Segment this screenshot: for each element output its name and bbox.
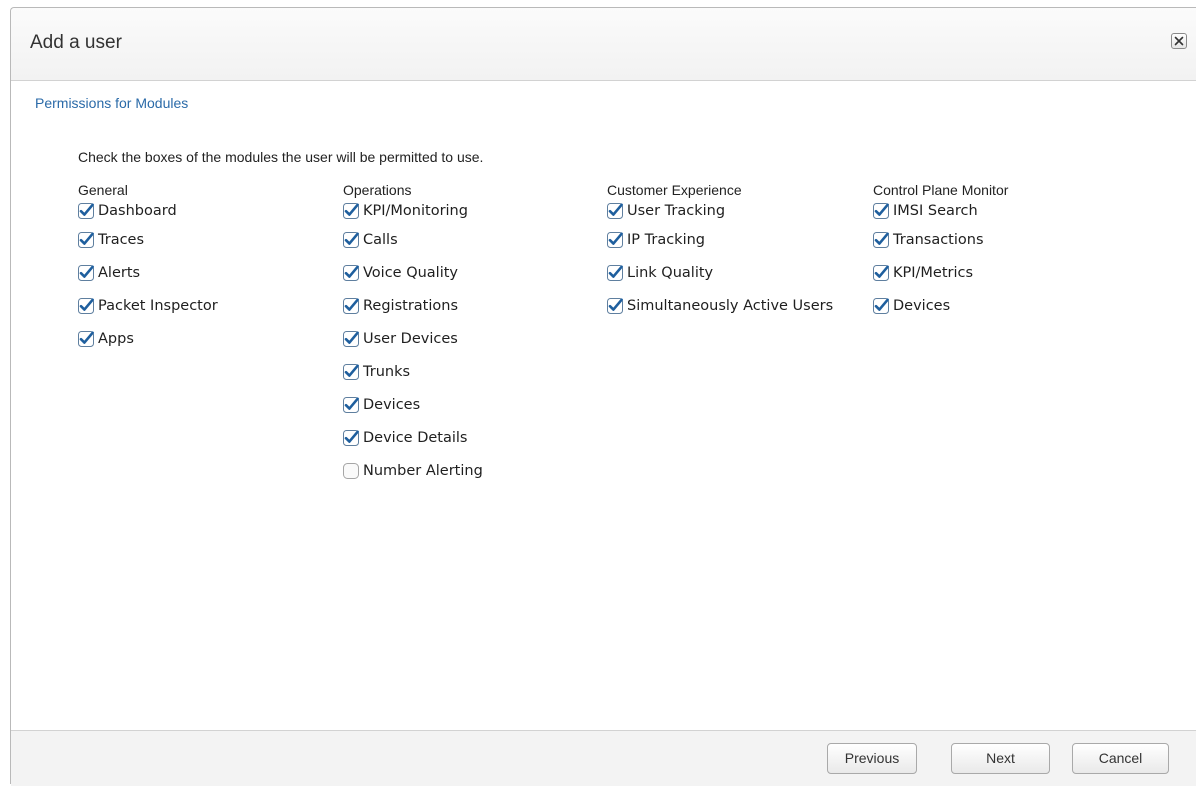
column-heading: General	[78, 182, 128, 198]
module-list: User Tracking IP Tracking Link Quality Simu…	[607, 198, 833, 322]
checkbox-checked-icon[interactable]	[78, 264, 94, 281]
module-checkbox-apps[interactable]: Apps	[78, 322, 218, 355]
module-label: Simultaneously Active Users	[627, 297, 834, 314]
checkbox-checked-icon[interactable]	[873, 297, 889, 314]
module-label: Link Quality	[627, 264, 714, 281]
module-label: Number Alerting	[363, 462, 483, 479]
module-list: IMSI Search Transactions KPI/Metrics Device…	[873, 198, 1008, 322]
module-checkbox-link-quality[interactable]: Link Quality	[607, 256, 833, 289]
checkbox-checked-icon[interactable]	[607, 202, 623, 219]
section-title: Permissions for Modules	[35, 95, 189, 111]
checkbox-checked-icon[interactable]	[343, 330, 359, 347]
checkbox-checked-icon[interactable]	[343, 202, 359, 219]
module-checkbox-traces[interactable]: Traces	[78, 223, 218, 256]
module-column-general: General Dashboard Traces Alerts Packet Inspe…	[78, 182, 218, 355]
module-checkbox-kpi-monitoring[interactable]: KPI/Monitoring	[343, 198, 483, 223]
module-label: Dashboard	[98, 202, 177, 219]
module-label: Devices	[893, 297, 951, 314]
column-heading: Control Plane Monitor	[873, 182, 1009, 198]
checkbox-checked-icon[interactable]	[343, 429, 359, 446]
next-button[interactable]: Next	[951, 743, 1050, 774]
checkbox-checked-icon[interactable]	[873, 264, 889, 281]
cancel-button[interactable]: Cancel	[1072, 743, 1169, 774]
module-column-customer-experience: Customer Experience User Tracking IP Track…	[607, 182, 833, 322]
module-label: User Tracking	[627, 202, 726, 219]
module-checkbox-packet-inspector[interactable]: Packet Inspector	[78, 289, 218, 322]
module-list: KPI/Monitoring Calls Voice Quality Registra…	[343, 198, 483, 487]
module-label: KPI/Metrics	[893, 264, 974, 281]
module-label: Alerts	[98, 264, 141, 281]
module-label: Devices	[363, 396, 421, 413]
module-checkbox-alerts[interactable]: Alerts	[78, 256, 218, 289]
checkbox-checked-icon[interactable]	[343, 231, 359, 248]
module-checkbox-user-devices[interactable]: User Devices	[343, 322, 483, 355]
module-checkbox-devices[interactable]: Devices	[343, 388, 483, 421]
permissions-section: Permissions for Modules Check the boxes …	[11, 81, 1196, 731]
dialog-footer: Previous Next Cancel	[11, 730, 1196, 786]
module-checkbox-kpi-metrics[interactable]: KPI/Metrics	[873, 256, 1008, 289]
module-column-operations: Operations KPI/Monitoring Calls Voice Quali…	[343, 182, 483, 487]
checkbox-checked-icon[interactable]	[873, 231, 889, 248]
checkbox-checked-icon[interactable]	[343, 297, 359, 314]
module-label: IMSI Search	[893, 202, 978, 219]
checkbox-checked-icon[interactable]	[607, 231, 623, 248]
instructions-text: Check the boxes of the modules the user …	[78, 149, 484, 165]
add-user-dialog: Add a user Permissions for Modules Check…	[10, 7, 1196, 786]
module-list: Dashboard Traces Alerts Packet Inspector App…	[78, 198, 218, 355]
checkbox-checked-icon[interactable]	[78, 231, 94, 248]
module-checkbox-registrations[interactable]: Registrations	[343, 289, 483, 322]
previous-button[interactable]: Previous	[827, 743, 917, 774]
module-label: Calls	[363, 231, 398, 248]
module-checkbox-number-alerting[interactable]: Number Alerting	[343, 454, 483, 487]
checkbox-checked-icon[interactable]	[78, 202, 94, 219]
checkbox-checked-icon[interactable]	[607, 297, 623, 314]
module-checkbox-dashboard[interactable]: Dashboard	[78, 198, 218, 223]
module-label: Traces	[98, 231, 145, 248]
checkbox-unchecked-icon[interactable]	[343, 462, 359, 479]
checkbox-checked-icon[interactable]	[607, 264, 623, 281]
checkbox-checked-icon[interactable]	[78, 297, 94, 314]
module-label: Trunks	[363, 363, 411, 380]
module-checkbox-simultaneously-active-users[interactable]: Simultaneously Active Users	[607, 289, 833, 322]
module-label: Registrations	[363, 297, 458, 314]
module-checkbox-ip-tracking[interactable]: IP Tracking	[607, 223, 833, 256]
module-label: Device Details	[363, 429, 468, 446]
module-checkbox-devices[interactable]: Devices	[873, 289, 1008, 322]
module-label: Packet Inspector	[98, 297, 218, 314]
close-icon[interactable]	[1171, 33, 1187, 49]
module-label: IP Tracking	[627, 231, 705, 248]
dialog-titlebar: Add a user	[11, 8, 1196, 81]
dialog-title: Add a user	[30, 32, 122, 53]
module-checkbox-trunks[interactable]: Trunks	[343, 355, 483, 388]
checkbox-checked-icon[interactable]	[873, 202, 889, 219]
module-label: User Devices	[363, 330, 458, 347]
module-checkbox-device-details[interactable]: Device Details	[343, 421, 483, 454]
module-column-control-plane-monitor: Control Plane Monitor IMSI Search Transact…	[873, 182, 1008, 322]
module-label: KPI/Monitoring	[363, 202, 468, 219]
module-checkbox-transactions[interactable]: Transactions	[873, 223, 1008, 256]
column-heading: Operations	[343, 182, 412, 198]
checkbox-checked-icon[interactable]	[343, 396, 359, 413]
column-heading: Customer Experience	[607, 182, 742, 198]
module-checkbox-imsi-search[interactable]: IMSI Search	[873, 198, 1008, 223]
checkbox-checked-icon[interactable]	[78, 330, 94, 347]
module-label: Apps	[98, 330, 134, 347]
module-label: Transactions	[893, 231, 984, 248]
checkbox-checked-icon[interactable]	[343, 363, 359, 380]
module-label: Voice Quality	[363, 264, 459, 281]
checkbox-checked-icon[interactable]	[343, 264, 359, 281]
module-checkbox-user-tracking[interactable]: User Tracking	[607, 198, 833, 223]
module-checkbox-calls[interactable]: Calls	[343, 223, 483, 256]
module-checkbox-voice-quality[interactable]: Voice Quality	[343, 256, 483, 289]
